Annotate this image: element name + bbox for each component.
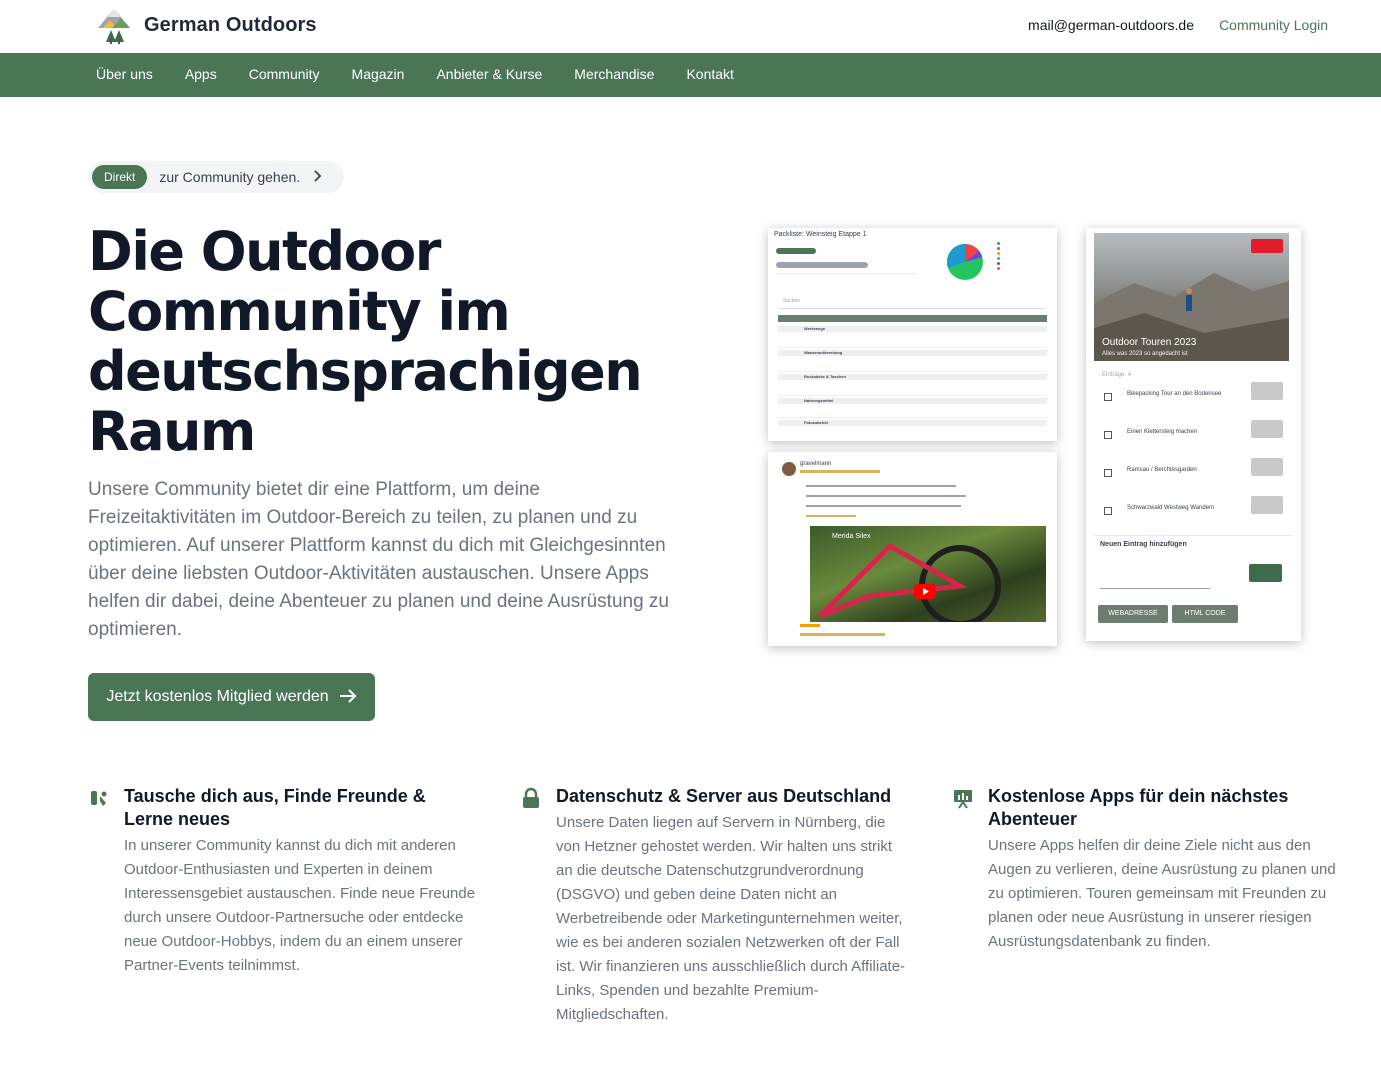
tour-delete-button[interactable] [1251,496,1283,514]
tour-checkbox[interactable] [1104,393,1112,401]
pill-text: zur Community gehen. [159,169,301,185]
tour-item-label: Ramsau / Berchtesgarden [1127,467,1197,473]
feature-privacy: Datenschutz & Server aus Deutschland Uns… [520,785,910,1027]
packlist-title: Packliste: Weinsteig Etappe 1 [774,231,867,238]
tours-screenshot: Outdoor Touren 2023 Alles was 2023 so an… [1086,228,1301,641]
video-title: Merida Silex [832,533,871,540]
feature-title: Kostenlose Apps für dein nächstes Abente… [988,786,1289,829]
arrow-right-icon [339,687,357,708]
weight-summary-badge [776,262,868,268]
main-nav: Über uns Apps Community Magazin Anbieter… [0,53,1381,97]
pie-chart-icon [946,243,983,280]
packlist-screenshot: Packliste: Weinsteig Etappe 1 Suchen Wer… [768,228,1057,441]
post-username: gravelmann [800,461,832,467]
nav-item-anbieter-kurse[interactable]: Anbieter & Kurse [436,66,542,82]
table-category-row: Nahrungsmittel [778,398,1047,404]
html-code-button[interactable]: HTML CODE [1172,605,1238,623]
nav-item-magazin[interactable]: Magazin [352,66,405,82]
nav-item-community[interactable]: Community [249,66,320,82]
hero-lead: Unsere Community bietet dir eine Plattfo… [88,479,670,640]
tours-subtitle: Alles was 2023 so angedacht ist [1102,351,1188,357]
table-row [778,406,1047,418]
table-row [778,336,1047,348]
nav-item-kontakt[interactable]: Kontakt [686,66,733,82]
tour-delete-button[interactable] [1251,382,1283,400]
tour-checkbox[interactable] [1104,431,1112,439]
tour-checkbox[interactable] [1104,469,1112,477]
mountain-logo-icon[interactable] [94,6,134,46]
table-category-row: Werkzeuge [778,326,1047,332]
community-post-screenshot: gravelmann Merida Silex [768,452,1057,646]
tour-checkbox[interactable] [1104,507,1112,515]
web-address-button[interactable]: WEBADRESSE [1098,605,1168,623]
tour-delete-button[interactable] [1251,458,1283,476]
feature-text: Unsere Apps helfen dir deine Ziele nicht… [988,837,1336,950]
feature-text: Unsere Daten liegen auf Servern in Nürnb… [556,814,906,1023]
table-category-row: Fotozubehör [778,420,1047,426]
tour-item-label: Bikepacking Tour an den Bodensee [1127,391,1222,397]
nav-item-merchandise[interactable]: Merchandise [574,66,654,82]
weight-badge [776,248,816,254]
tours-count: Einträge: 4 [1102,372,1132,378]
youtube-play-icon[interactable] [914,584,936,599]
people-icon [91,791,107,806]
packlist-search[interactable]: Suchen [783,298,800,304]
table-row [778,360,1047,372]
contact-email-link[interactable]: mail@german-outdoors.de [1028,17,1194,33]
presentation-chart-icon [954,790,972,809]
pill-badge: Direkt [92,165,148,189]
table-category-row: Wasseraufbereitung [778,350,1047,356]
video-thumbnail[interactable]: Merida Silex [810,526,1046,622]
feature-apps: Kostenlose Apps für dein nächstes Abente… [952,785,1342,954]
tour-item-label: Schwarzwald Westweg Wandern [1127,505,1215,511]
lock-icon [523,787,539,808]
feature-title: Datenschutz & Server aus Deutschland [556,786,892,806]
delete-list-button[interactable] [1251,239,1283,253]
feature-title: Tausche dich aus, Finde Freunde & Lerne … [124,786,426,829]
chevron-right-icon [312,169,322,185]
nav-item-apps[interactable]: Apps [185,66,217,82]
table-category-row: Rucksäcke & Taschen [778,374,1047,380]
table-row [778,384,1047,396]
feature-text: In unserer Community kannst du dich mit … [124,837,476,974]
top-header: German Outdoors mail@german-outdoors.de … [0,0,1381,53]
tour-item-label: Einen Klettersteig machen [1127,429,1198,435]
tours-cover-image: Outdoor Touren 2023 Alles was 2023 so an… [1094,233,1289,361]
avatar [782,462,796,476]
add-entry-label: Neuen Eintrag hinzufügen [1100,541,1187,548]
tour-delete-button[interactable] [1251,420,1283,438]
save-entry-button[interactable] [1249,564,1282,582]
community-login-link[interactable]: Community Login [1219,17,1328,33]
hero-title: Die Outdoor Community im deutschsprachig… [88,220,643,463]
pie-legend [997,242,1027,278]
feature-community: Tausche dich aus, Finde Freunde & Lerne … [88,785,478,978]
nav-item-ueber-uns[interactable]: Über uns [96,66,153,82]
table-row [778,428,1047,440]
brand-name[interactable]: German Outdoors [144,14,317,37]
new-entry-input[interactable] [1100,588,1210,589]
community-direct-link[interactable]: Direkt zur Community gehen. [88,161,344,193]
table-header [778,315,1047,322]
join-free-label: Jetzt kostenlos Mitglied werden [106,688,329,705]
join-free-button[interactable]: Jetzt kostenlos Mitglied werden [88,673,375,721]
tours-title: Outdoor Touren 2023 [1102,337,1197,348]
